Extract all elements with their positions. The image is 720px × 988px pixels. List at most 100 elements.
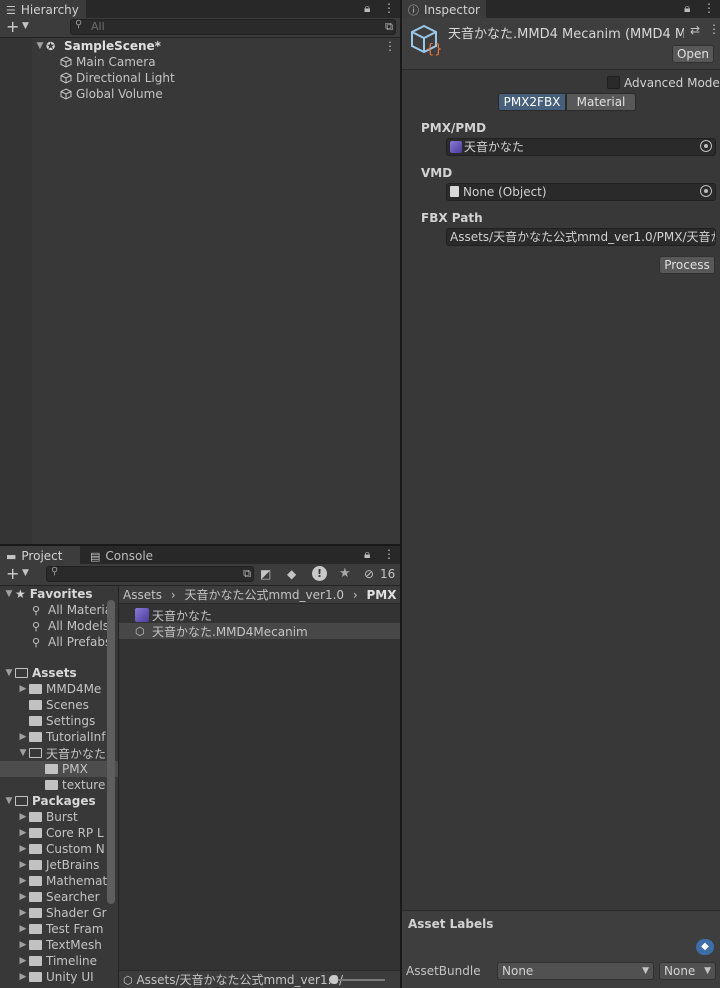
scene-menu-icon[interactable]: ⋮ — [384, 39, 396, 53]
package-folder[interactable]: ▶ Unity UI — [0, 969, 118, 985]
favorites-header[interactable]: ▼ ★ Favorites — [0, 586, 118, 602]
tab-console[interactable]: ▤ Console — [84, 546, 164, 564]
collapse-arrow-icon[interactable]: ▶ — [17, 924, 29, 934]
kebab-menu-icon[interactable]: ⋮ — [703, 1, 715, 15]
expand-arrow-icon[interactable]: ▼ — [3, 589, 15, 599]
file-item[interactable]: 天音かなた — [119, 607, 400, 623]
expand-arrow-icon[interactable]: ▼ — [3, 796, 15, 806]
package-folder[interactable]: ▶ Test Fram — [0, 921, 118, 937]
chevron-down-icon[interactable]: ▼ — [22, 568, 29, 578]
package-folder[interactable]: ▶ Timeline — [0, 953, 118, 969]
collapse-arrow-icon[interactable]: ▶ — [17, 876, 29, 886]
filter-by-type-icon[interactable]: ◩ — [260, 567, 271, 581]
package-folder[interactable]: ▶ Shader Gr — [0, 905, 118, 921]
breadcrumb-item-current[interactable]: PMX — [367, 588, 397, 602]
collapse-arrow-icon[interactable]: ▶ — [17, 860, 29, 870]
tree-folder[interactable]: texture — [0, 777, 118, 793]
package-folder[interactable]: ▶ JetBrains — [0, 857, 118, 873]
gameobject-icon — [60, 72, 72, 84]
package-folder[interactable]: ▶ Core RP L — [0, 825, 118, 841]
vmd-object-field[interactable]: None (Object) — [446, 183, 716, 201]
chevron-down-icon[interactable]: ▼ — [22, 21, 29, 31]
add-icon[interactable]: + — [6, 17, 19, 36]
header-menu-icon[interactable]: ⋮ — [708, 22, 720, 36]
hierarchy-panel: ☰ Hierarchy 🔒︎ ⋮ + ▼ ⚲ All ⧉ ▼ ✪ SampleS… — [0, 0, 400, 544]
packages-header[interactable]: ▼ Packages — [0, 793, 118, 809]
search-mode-icon[interactable]: ⧉ — [385, 20, 393, 34]
label-tag-icon[interactable]: ◆ — [696, 939, 714, 955]
search-mode-icon[interactable]: ⧉ — [243, 567, 251, 581]
tree-folder[interactable]: ▼ 天音かなた — [0, 745, 118, 761]
package-folder-label: JetBrains — [46, 858, 100, 872]
tree-folder[interactable]: ▶ MMD4Me — [0, 681, 118, 697]
asset-bundle-dropdown[interactable]: None ▼ — [497, 962, 654, 980]
tree-folder-label: Settings — [46, 714, 96, 728]
tree-folder[interactable]: Scenes — [0, 697, 118, 713]
kebab-menu-icon[interactable]: ⋮ — [383, 547, 395, 561]
collapse-arrow-icon[interactable]: ▶ — [17, 972, 29, 982]
lock-icon[interactable]: 🔒︎ — [684, 1, 690, 16]
breadcrumb-item[interactable]: 天音かなた公式mmd_ver1.0 — [185, 588, 345, 602]
tree-folder[interactable]: ▶ TutorialInf — [0, 729, 118, 745]
package-folder[interactable]: ▶ TextMesh — [0, 937, 118, 953]
scene-row[interactable]: ▼ ✪ SampleScene* ⋮ — [0, 38, 400, 54]
file-item-selected[interactable]: ⬡ 天音かなた.MMD4Mecanim — [119, 623, 400, 639]
package-folder[interactable]: ▶ Mathemat — [0, 873, 118, 889]
tab-pmx2fbx[interactable]: PMX2FBX — [498, 93, 566, 111]
kebab-menu-icon[interactable]: ⋮ — [383, 1, 395, 15]
lock-icon[interactable]: 🔒︎ — [364, 1, 370, 16]
collapse-arrow-icon[interactable]: ▶ — [17, 908, 29, 918]
filter-by-label-icon[interactable]: ◆ — [287, 567, 296, 581]
object-picker-icon[interactable] — [700, 140, 712, 152]
tree-folder-selected[interactable]: PMX — [0, 761, 118, 777]
collapse-arrow-icon[interactable]: ▶ — [17, 940, 29, 950]
tab-hierarchy[interactable]: ☰ Hierarchy — [0, 0, 86, 18]
package-folder[interactable]: ▶ Custom N — [0, 841, 118, 857]
tab-material[interactable]: Material — [566, 93, 636, 111]
package-folder[interactable]: ▶ Burst — [0, 809, 118, 825]
project-search-input[interactable]: ⚲ ⧉ — [46, 566, 254, 582]
expand-arrow-icon[interactable]: ▼ — [17, 748, 29, 758]
assets-header[interactable]: ▼ Assets — [0, 665, 118, 681]
settings-sliders-icon[interactable]: ⇄ — [690, 23, 700, 37]
tab-project[interactable]: ▬ Project — [0, 546, 80, 564]
collapse-arrow-icon[interactable]: ▶ — [17, 684, 29, 694]
expand-arrow-icon[interactable]: ▼ — [3, 668, 15, 678]
tree-folder[interactable]: Settings — [0, 713, 118, 729]
pmx-object-field[interactable]: 天音かなた — [446, 138, 716, 156]
tree-scrollbar[interactable] — [107, 600, 115, 904]
object-picker-icon[interactable] — [700, 185, 712, 197]
collapse-arrow-icon[interactable]: ▶ — [17, 828, 29, 838]
hierarchy-search-input[interactable]: ⚲ All ⧉ — [70, 19, 396, 35]
fbx-path-input[interactable]: Assets/天音かなた公式mmd_ver1.0/PMX/天音かな — [446, 228, 716, 246]
tree-folder-label: 天音かなた — [46, 746, 107, 761]
collapse-arrow-icon[interactable]: ▶ — [17, 732, 29, 742]
tab-hierarchy-label: Hierarchy — [20, 3, 79, 17]
favorite-item[interactable]: ⚲ All Models — [0, 618, 118, 634]
process-button[interactable]: Process — [659, 256, 715, 274]
tab-inspector[interactable]: ⓘ Inspector — [402, 0, 486, 18]
favorite-item-label: All Prefabs — [48, 635, 112, 649]
collapse-arrow-icon[interactable]: ▶ — [17, 812, 29, 822]
collapse-arrow-icon[interactable]: ▶ — [17, 892, 29, 902]
lock-icon[interactable]: 🔒︎ — [364, 547, 370, 562]
favorite-item[interactable]: ⚲ All Materia — [0, 602, 118, 618]
asset-variant-dropdown[interactable]: None ▼ — [659, 962, 716, 980]
slider-thumb[interactable] — [329, 975, 338, 984]
hierarchy-item-directional-light[interactable]: Directional Light — [0, 70, 400, 86]
open-button[interactable]: Open — [672, 45, 714, 63]
advanced-mode-checkbox[interactable] — [607, 76, 620, 89]
hierarchy-toolbar: + ▼ ⚲ All ⧉ — [0, 17, 400, 38]
expand-arrow-icon[interactable]: ▼ — [34, 41, 46, 51]
hidden-packages-icon[interactable]: ⊘ — [364, 567, 374, 581]
warning-icon[interactable]: ! — [312, 566, 327, 581]
package-folder[interactable]: ▶ Searcher — [0, 889, 118, 905]
collapse-arrow-icon[interactable]: ▶ — [17, 956, 29, 966]
breadcrumb-item[interactable]: Assets — [123, 588, 162, 602]
hierarchy-item-main-camera[interactable]: Main Camera — [0, 54, 400, 70]
collapse-arrow-icon[interactable]: ▶ — [17, 844, 29, 854]
add-icon[interactable]: + — [6, 564, 19, 583]
favorite-item[interactable]: ⚲ All Prefabs — [0, 634, 118, 650]
hierarchy-item-global-volume[interactable]: Global Volume — [0, 86, 400, 102]
favorite-star-icon[interactable]: ★ — [339, 566, 351, 581]
